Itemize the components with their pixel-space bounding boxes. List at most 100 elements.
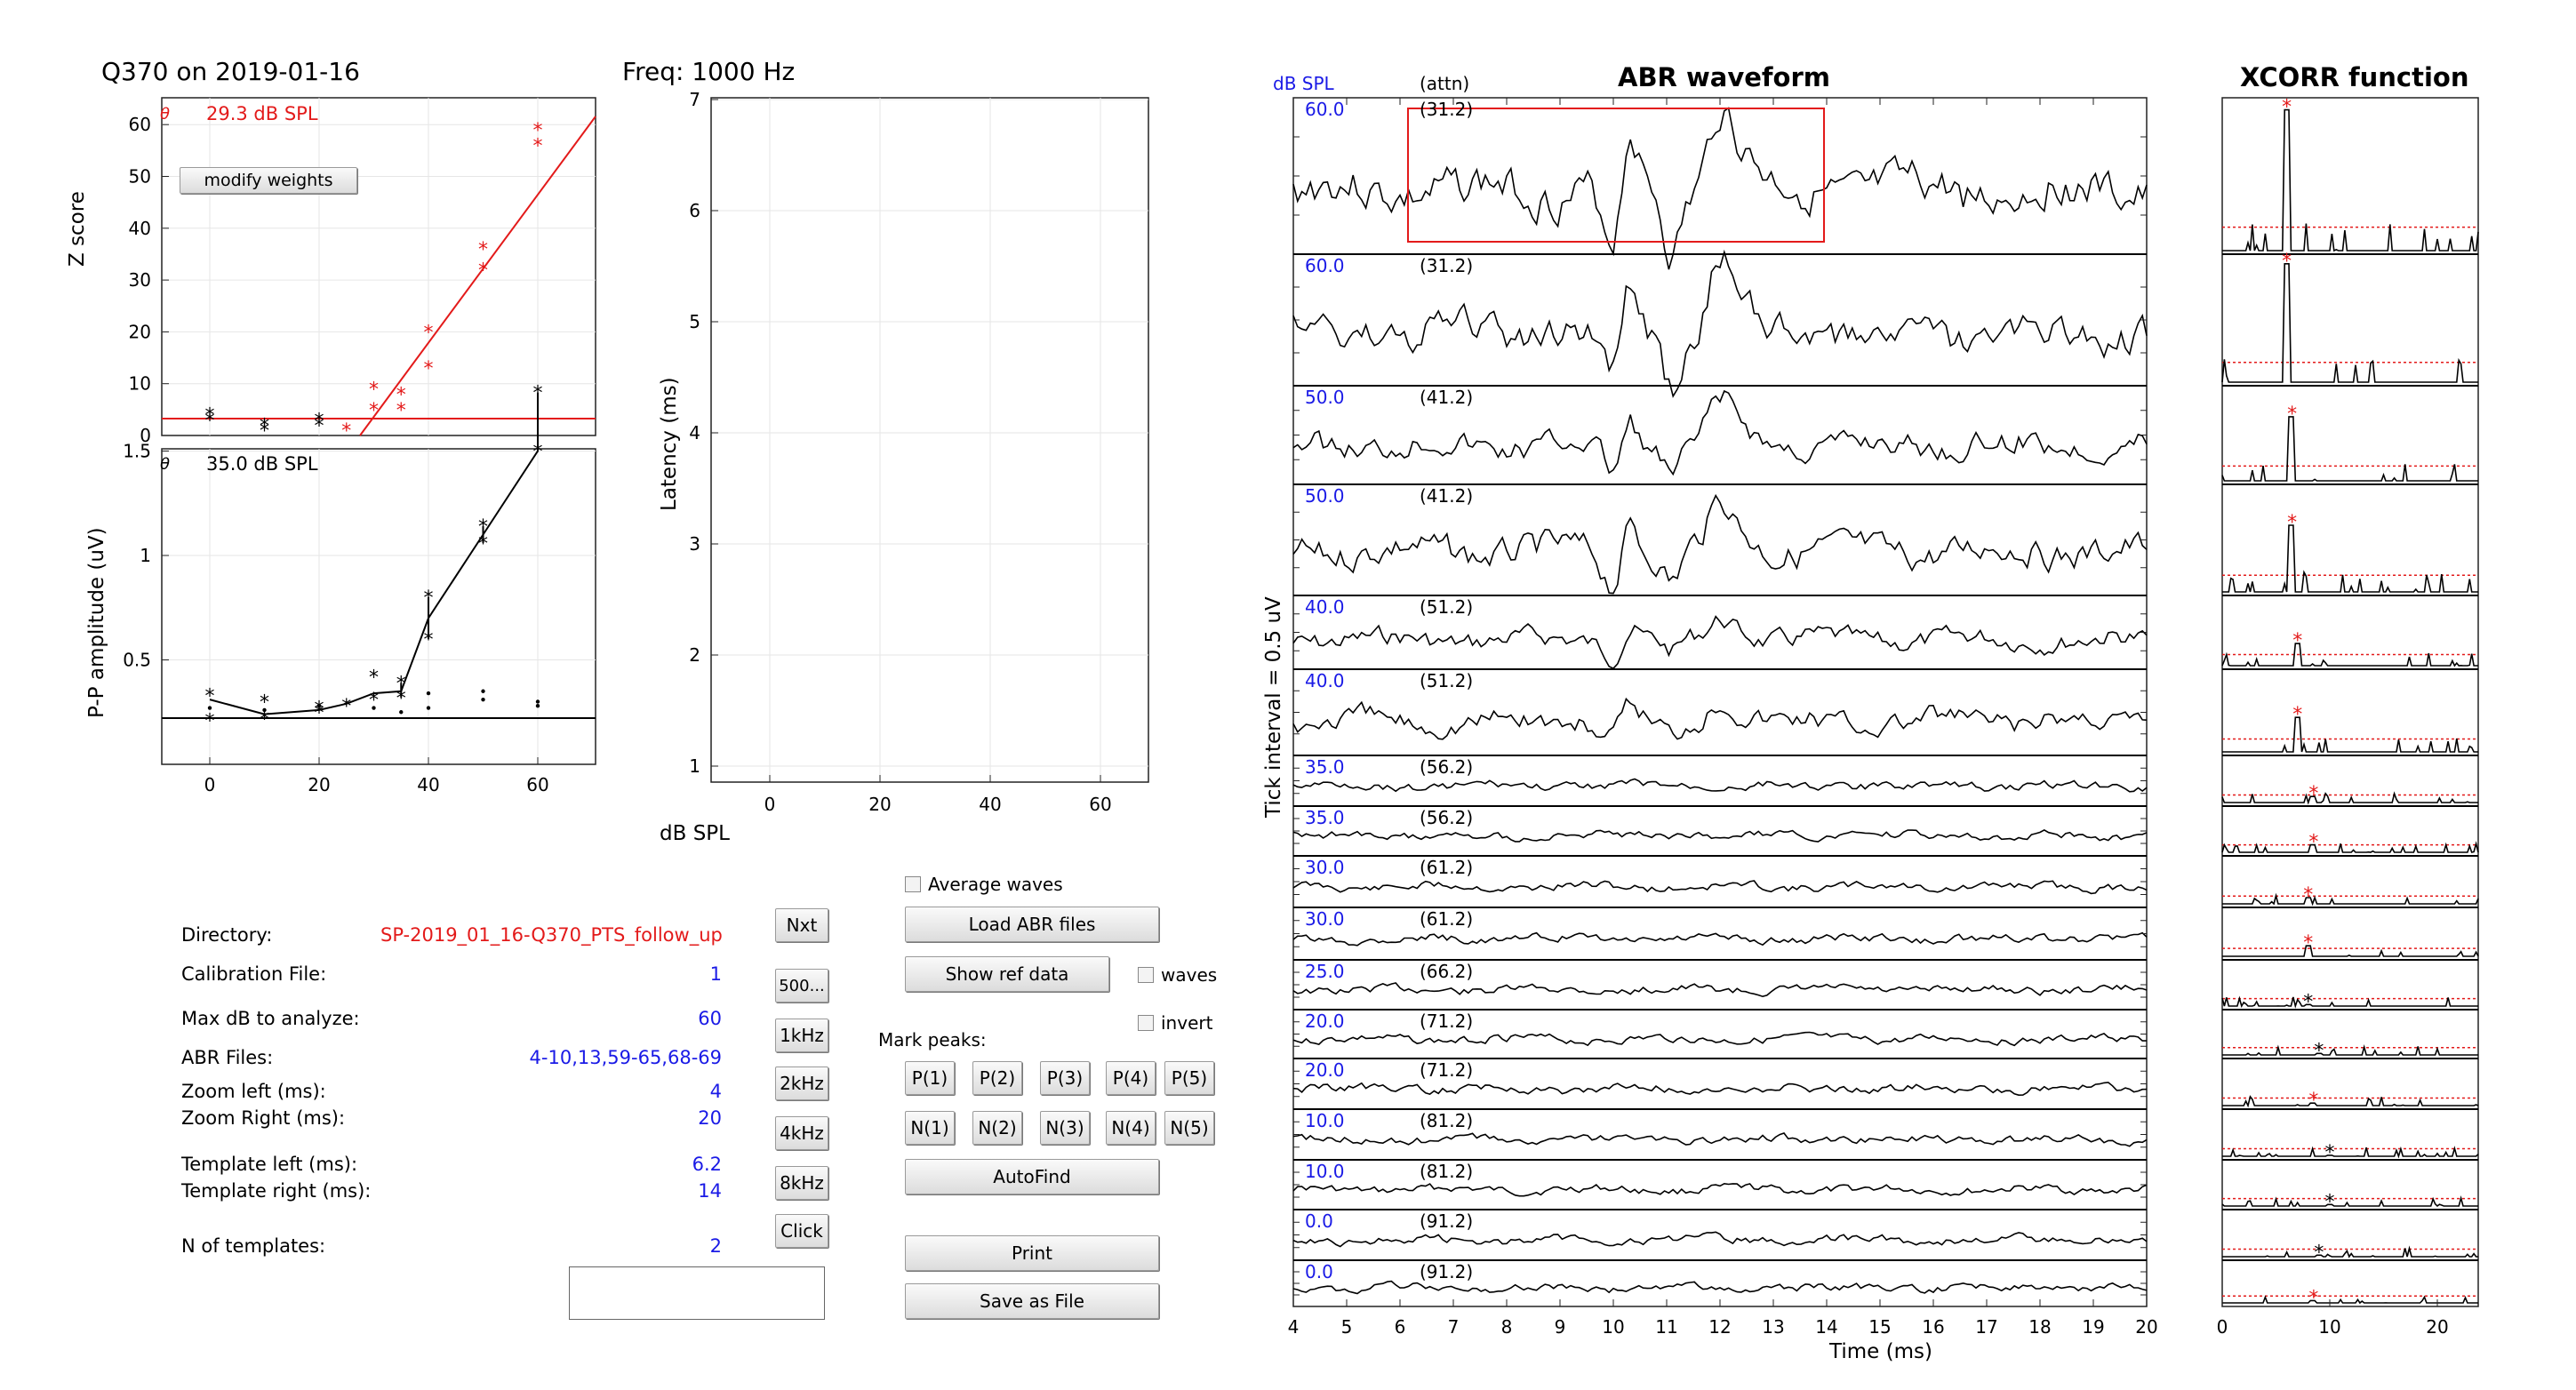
abr-x-tick-label: 18 bbox=[2028, 1316, 2051, 1338]
pp-y-tick-label: 1 bbox=[140, 545, 151, 566]
xcorr-peak-marker: * bbox=[2292, 630, 2302, 652]
latency-y-tick-label: 4 bbox=[689, 422, 700, 443]
abr-row-attn-label: (81.2) bbox=[1420, 1110, 1474, 1131]
show-ref-data-button[interactable]: Show ref data bbox=[905, 956, 1109, 992]
directory-value: SP-2019_01_16-Q370_PTS_follow_up bbox=[380, 924, 723, 946]
xcorr-peak-marker: * bbox=[2303, 884, 2313, 907]
max-db-label: Max dB to analyze: bbox=[181, 1008, 360, 1029]
click-stimulus-button[interactable]: Click bbox=[775, 1214, 828, 1248]
zscore-threshold-text: 29.3 dB SPL bbox=[206, 103, 318, 124]
peak-n1-button[interactable]: N(1) bbox=[905, 1111, 955, 1145]
next-button[interactable]: Nxt bbox=[775, 908, 828, 942]
pp-amplitude-point: * bbox=[396, 673, 406, 695]
message-box[interactable] bbox=[569, 1266, 825, 1320]
abr-x-tick-label: 20 bbox=[2135, 1316, 2157, 1338]
pp-noise-point bbox=[481, 689, 485, 693]
autofind-button[interactable]: AutoFind bbox=[905, 1159, 1159, 1194]
latency-x-label: dB SPL bbox=[660, 822, 730, 845]
n-templates-label: N of templates: bbox=[181, 1235, 326, 1257]
xcorr-x-tick-label: 20 bbox=[2426, 1316, 2448, 1338]
plots-canvas: 0102030405060 **** ** *********** 0.511.50… bbox=[123, 89, 2479, 1338]
peak-n2-button[interactable]: N(2) bbox=[972, 1111, 1022, 1145]
freq-2khz-button[interactable]: 2kHz bbox=[775, 1066, 828, 1100]
peak-p4-button[interactable]: P(4) bbox=[1106, 1061, 1156, 1095]
pp-noise-point bbox=[399, 710, 404, 715]
zscore-axes: 0102030405060 **** ** *********** bbox=[129, 97, 596, 446]
xcorr-peak-marker: * bbox=[2303, 932, 2313, 955]
latency-y-tick-label: 1 bbox=[689, 755, 700, 777]
xcorr-peak-marker: * bbox=[2292, 704, 2302, 726]
abr-x-tick-label: 12 bbox=[1708, 1316, 1731, 1338]
waves-checkbox[interactable] bbox=[1138, 967, 1154, 983]
latency-x-tick-label: 20 bbox=[868, 794, 891, 815]
abr-row-db-label: 10.0 bbox=[1305, 1161, 1345, 1182]
zoom-left-label: Zoom left (ms): bbox=[181, 1081, 326, 1102]
latency-y-tick-label: 7 bbox=[689, 89, 700, 110]
peak-p2-button[interactable]: P(2) bbox=[972, 1061, 1022, 1095]
abr-row-attn-label: (56.2) bbox=[1420, 807, 1474, 828]
zscore-point-above: * bbox=[396, 384, 406, 406]
abr-x-tick-label: 13 bbox=[1762, 1316, 1784, 1338]
load-abr-files-button[interactable]: Load ABR files bbox=[905, 907, 1159, 942]
xcorr-peak-marker: * bbox=[2308, 783, 2318, 805]
abr-row-attn-label: (81.2) bbox=[1420, 1161, 1474, 1182]
zscore-point-above: * bbox=[424, 322, 434, 344]
zscore-y-tick-label: 60 bbox=[129, 114, 151, 135]
invert-label: invert bbox=[1161, 1012, 1213, 1034]
abr-row-db-label: 0.0 bbox=[1305, 1210, 1333, 1232]
xcorr-peak-marker: * bbox=[2308, 832, 2318, 854]
abr-row-attn-label: (51.2) bbox=[1420, 596, 1474, 618]
freq-1khz-button[interactable]: 1kHz bbox=[775, 1019, 828, 1052]
abr-row-attn-label: (66.2) bbox=[1420, 961, 1474, 982]
pp-amplitude-point: * bbox=[533, 442, 543, 464]
peak-p5-button[interactable]: P(5) bbox=[1164, 1061, 1214, 1095]
pp-noise-point bbox=[316, 704, 322, 708]
peak-p1-button[interactable]: P(1) bbox=[905, 1061, 955, 1095]
save-as-file-button[interactable]: Save as File bbox=[905, 1283, 1159, 1319]
average-waves-label: Average waves bbox=[928, 874, 1063, 895]
zscore-point-above: * bbox=[478, 239, 488, 261]
abr-x-tick-label: 6 bbox=[1395, 1316, 1406, 1338]
pp-amplitude-point: * bbox=[205, 685, 215, 707]
mark-peaks-label: Mark peaks: bbox=[878, 1029, 987, 1050]
abr-row-db-label: 25.0 bbox=[1305, 961, 1345, 982]
template-right-label: Template right (ms): bbox=[181, 1180, 372, 1202]
zscore-y-tick-label: 10 bbox=[129, 373, 151, 395]
calibration-file-value: 1 bbox=[709, 963, 722, 985]
pp-y-tick-label: 1.5 bbox=[123, 441, 151, 462]
pp-noise-point bbox=[535, 704, 540, 708]
print-button[interactable]: Print bbox=[905, 1235, 1159, 1271]
abr-row-attn-label: (71.2) bbox=[1420, 1059, 1474, 1081]
pp-amplitude-point: * bbox=[369, 667, 379, 689]
modify-weights-button[interactable]: modify weights bbox=[180, 167, 357, 194]
pp-noise-point bbox=[481, 697, 485, 702]
abr-row-db-label: 40.0 bbox=[1305, 596, 1345, 618]
abr-x-tick-label: 14 bbox=[1815, 1316, 1837, 1338]
abr-row-attn-label: (61.2) bbox=[1420, 857, 1474, 878]
freq-8khz-button[interactable]: 8kHz bbox=[775, 1166, 828, 1200]
abr-row-attn-label: (61.2) bbox=[1420, 908, 1474, 930]
zscore-point-above: * bbox=[369, 379, 379, 402]
abr-x-tick-label: 8 bbox=[1501, 1316, 1513, 1338]
abr-row-attn-label: (91.2) bbox=[1420, 1261, 1474, 1282]
abr-row-db-label: 0.0 bbox=[1305, 1261, 1333, 1282]
peak-n5-button[interactable]: N(5) bbox=[1164, 1111, 1214, 1145]
latency-y-tick-label: 6 bbox=[689, 200, 700, 221]
abr-x-tick-label: 17 bbox=[1975, 1316, 1997, 1338]
abr-x-tick-label: 10 bbox=[1602, 1316, 1624, 1338]
zoom-left-value: 4 bbox=[709, 1081, 722, 1102]
freq-4khz-button[interactable]: 4kHz bbox=[775, 1116, 828, 1150]
invert-checkbox[interactable] bbox=[1138, 1015, 1154, 1031]
pp-x-tick-label: 40 bbox=[417, 774, 439, 795]
average-waves-checkbox[interactable] bbox=[905, 876, 921, 892]
zscore-point-below: * bbox=[315, 411, 324, 433]
latency-x-tick-label: 40 bbox=[979, 794, 1001, 815]
abr-row-db-label: 20.0 bbox=[1305, 1011, 1345, 1032]
peak-n3-button[interactable]: N(3) bbox=[1040, 1111, 1090, 1145]
freq-500-button[interactable]: 500... bbox=[775, 969, 828, 1003]
peak-p3-button[interactable]: P(3) bbox=[1040, 1061, 1090, 1095]
zscore-theta-symbol: θ bbox=[160, 105, 171, 124]
abr-row-db-label: 60.0 bbox=[1305, 255, 1345, 276]
n-templates-value: 2 bbox=[709, 1235, 722, 1257]
peak-n4-button[interactable]: N(4) bbox=[1106, 1111, 1156, 1145]
